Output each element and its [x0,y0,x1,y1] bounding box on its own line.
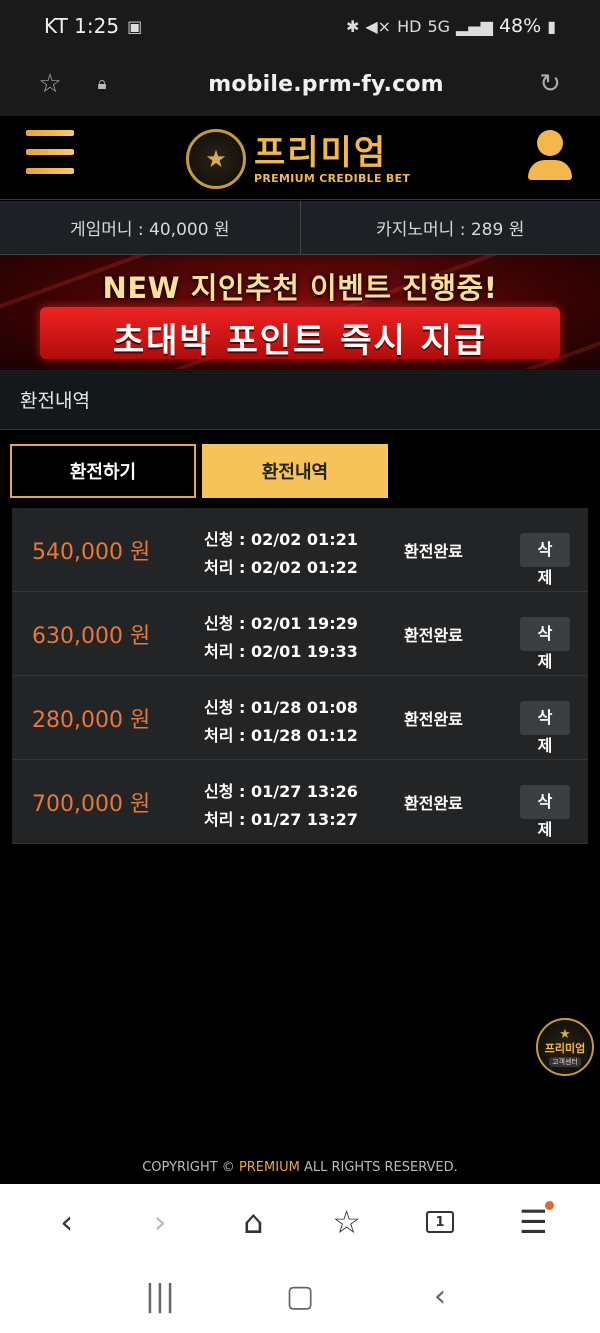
history-row: 280,000 원 신청 : 01/28 01:08 처리 : 01/28 01… [12,676,588,760]
dates: 신청 : 02/02 01:21 처리 : 02/02 01:22 [204,526,358,582]
site-header: ★ 프리미엄 PREMIUM CREDIBLE BET [0,116,600,200]
star-emblem-icon: ★ [559,1026,571,1042]
event-banner[interactable]: NEW 지인추천 이벤트 진행중! 초대박 포인트 즉시 지급 [0,255,600,369]
system-back-icon[interactable]: ‹ [410,1279,470,1314]
amount: 700,000 원 [32,792,151,817]
site-logo[interactable]: ★ 프리미엄 PREMIUM CREDIBLE BET [186,126,416,192]
status-text: 환전완료 [404,794,463,813]
status-text: 환전완료 [404,542,463,561]
bookmark-star-icon[interactable]: ☆ [34,69,66,99]
browser-bottom-nav: ‹ › ⌂ ☆ 1 ☰ [0,1184,600,1260]
url-text[interactable]: mobile.prm-fy.com [118,72,534,97]
amount: 630,000 원 [32,624,151,649]
home-icon[interactable]: ⌂ [228,1197,278,1247]
logo-title: 프리미엄 [254,132,388,173]
exchange-history-list: 540,000 원 신청 : 02/02 01:21 처리 : 02/02 01… [12,508,588,844]
cs-badge-name: 프리미엄 [544,1041,586,1055]
browser-menu-icon[interactable]: ☰ [508,1197,558,1247]
history-row: 540,000 원 신청 : 02/02 01:21 처리 : 02/02 01… [12,508,588,592]
battery-icon: ▮ [547,16,556,36]
mute-icon: ◀× [365,16,392,36]
banner-red-box: 초대박 포인트 즉시 지급 [40,307,560,361]
cs-badge-label: 고객센터 [549,1056,581,1067]
carrier-time: KT 1:25 [44,14,120,38]
delete-label-2: 제 [537,568,553,587]
hd-icon: HD [397,16,422,36]
delete-label-1: 삭 [537,792,553,811]
back-icon[interactable]: ‹ [42,1197,92,1247]
tab-exchange[interactable]: 환전하기 [10,444,196,498]
reload-icon[interactable]: ↻ [534,69,566,99]
browser-url-bar: ☆ 🔒︎ mobile.prm-fy.com ↻ [0,52,600,116]
status-text: 환전완료 [404,626,463,645]
signal-icon: ▂▄▆ [456,16,493,36]
request-time: 신청 : 01/28 01:08 [204,698,358,717]
customer-service-badge[interactable]: ★ 프리미엄 고객센터 [536,1018,594,1076]
bookmarks-star-icon[interactable]: ☆ [322,1197,372,1247]
game-money: 게임머니 : 40,000 원 [69,220,230,240]
amount: 540,000 원 [32,540,151,565]
recent-apps-icon[interactable]: ||| [130,1279,190,1314]
copyright: COPYRIGHT © PREMIUM ALL RIGHTS RESERVED. [0,1160,600,1175]
casino-money: 카지노머니 : 289 원 [299,201,600,254]
delete-button[interactable]: 삭 제 [520,785,570,839]
delete-label-2: 제 [537,736,553,755]
dates: 신청 : 01/27 13:26 처리 : 01/27 13:27 [204,778,358,834]
hamburger-menu-icon[interactable] [26,130,74,176]
copyright-suffix: ALL RIGHTS RESERVED. [299,1160,458,1175]
page-title: 환전내역 [0,370,600,430]
star-emblem-icon: ★ [186,129,246,189]
user-icon[interactable] [526,126,574,184]
copyright-brand: PREMIUM [238,1160,300,1175]
history-row: 700,000 원 신청 : 01/27 13:26 처리 : 01/27 13… [12,760,588,844]
request-time: 신청 : 02/01 19:29 [204,614,358,633]
notification-dot [545,1201,555,1210]
5g-icon: 5G [427,16,451,36]
money-balance-row: 게임머니 : 40,000 원 카지노머니 : 289 원 [0,201,600,255]
tab-exchange-history[interactable]: 환전내역 [202,444,388,498]
bluetooth-icon: ✱ [345,16,360,36]
delete-button[interactable]: 삭 제 [520,701,570,755]
forward-icon[interactable]: › [135,1197,185,1247]
request-time: 신청 : 02/02 01:21 [204,530,358,549]
status-bar: KT 1:25 ▣ ✱ ◀× HD 5G ▂▄▆ 48% ▮ [0,0,600,52]
lock-icon[interactable]: 🔒︎ [86,74,118,94]
history-row: 630,000 원 신청 : 02/01 19:29 처리 : 02/01 19… [12,592,588,676]
dates: 신청 : 01/28 01:08 처리 : 01/28 01:12 [204,694,358,750]
banner-subheadline: 초대박 포인트 즉시 지급 [112,321,488,361]
android-nav-bar: ||| ▢ ‹ [0,1260,600,1333]
banner-headline: NEW 지인추천 이벤트 진행중! [102,271,498,305]
home-button-icon[interactable]: ▢ [270,1279,330,1314]
logo-subtitle: PREMIUM CREDIBLE BET [254,171,411,185]
delete-label-2: 제 [537,652,553,671]
tabs-count: 1 [425,1211,454,1233]
delete-label-1: 삭 [537,708,553,727]
process-time: 처리 : 01/28 01:12 [204,726,358,745]
delete-label-2: 제 [537,820,553,839]
process-time: 처리 : 02/01 19:33 [204,642,358,661]
delete-button[interactable]: 삭 제 [520,617,570,671]
request-time: 신청 : 01/27 13:26 [204,782,358,801]
status-text: 환전완료 [404,710,463,729]
delete-button[interactable]: 삭 제 [520,533,570,587]
process-time: 처리 : 01/27 13:27 [204,810,358,829]
image-icon: ▣ [127,16,143,36]
battery-percent: 48% [498,15,542,37]
process-time: 처리 : 02/02 01:22 [204,558,358,577]
dates: 신청 : 02/01 19:29 처리 : 02/01 19:33 [204,610,358,666]
tabs-icon[interactable]: 1 [415,1197,465,1247]
copyright-prefix: COPYRIGHT © [142,1160,239,1175]
amount: 280,000 원 [32,708,151,733]
delete-label-1: 삭 [537,540,553,559]
delete-label-1: 삭 [537,624,553,643]
